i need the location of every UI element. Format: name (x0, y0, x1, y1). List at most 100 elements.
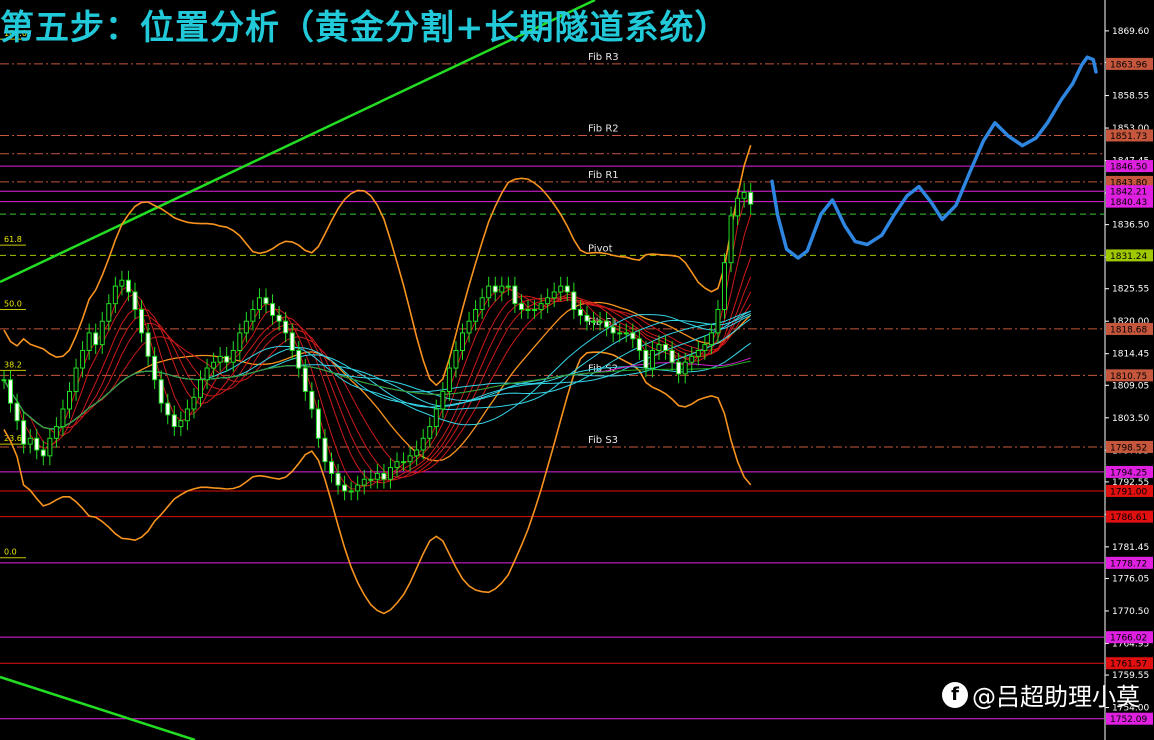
candle-body (348, 490, 354, 493)
candle-body (198, 379, 203, 398)
candle-body (728, 215, 734, 264)
candle-body (591, 320, 596, 323)
candle-body (309, 390, 315, 410)
candle-body (171, 414, 177, 428)
candle-body (14, 402, 20, 422)
watermark: f @吕超助理小莫 (942, 677, 1140, 712)
candle-body (551, 291, 557, 299)
candle-body (617, 332, 623, 335)
axis-tick-label: 1803.50 (1112, 414, 1149, 424)
level-price-label: 1831.24 (1110, 252, 1147, 262)
fib-label: 50.0 (4, 300, 22, 309)
candle-body (643, 349, 649, 369)
candle-body (67, 390, 72, 410)
level-name: Fib R2 (588, 123, 619, 134)
candle-body (1, 379, 7, 382)
level-price-label: 1791.00 (1110, 487, 1147, 497)
candle-body (538, 303, 544, 311)
candle-body (558, 285, 564, 293)
candle-body (322, 437, 328, 463)
candle-body (40, 449, 46, 457)
candle-body (80, 349, 86, 369)
candle-body (669, 349, 675, 363)
candle-body (112, 285, 118, 305)
level-price-label: 1851.73 (1110, 132, 1147, 142)
candle-body (505, 285, 511, 288)
candle-body (329, 461, 334, 474)
candle-body (178, 420, 184, 428)
candle-body (191, 396, 197, 410)
candle-body (473, 309, 479, 322)
candle-body (243, 320, 249, 334)
candle-body (335, 472, 341, 486)
level-name: Fib R1 (588, 170, 619, 181)
level-name: Fib S3 (588, 435, 618, 446)
level-price-label: 1810.75 (1110, 372, 1147, 382)
level-price-label: 1794.25 (1110, 468, 1147, 478)
candle-body (525, 309, 531, 312)
candle-body (125, 279, 131, 293)
candle-body (217, 355, 223, 363)
level-price-label: 1818.68 (1110, 325, 1147, 335)
candle-body (695, 349, 701, 357)
level-name: Fib R3 (588, 52, 619, 63)
axis-tick-label: 1836.50 (1112, 221, 1149, 231)
axis-tick-label: 1869.60 (1112, 27, 1149, 37)
candle-body (748, 191, 754, 205)
candle-body (47, 437, 53, 457)
candle-body (401, 461, 407, 464)
candle-body (440, 390, 446, 410)
level-price-label: 1846.50 (1110, 163, 1147, 173)
price-chart[interactable]: Fib R3Fib R2Fib R1PivotFib S1Fib S2Fib S… (0, 0, 1154, 740)
candle-body (623, 332, 629, 335)
candle-body (414, 449, 420, 457)
axis-tick-label: 1776.05 (1112, 574, 1149, 584)
candle-body (499, 285, 505, 293)
candle-body (119, 279, 125, 287)
fib-label: 38.2 (4, 360, 22, 369)
candle-body (99, 320, 105, 346)
fib-label: 61.8 (4, 235, 22, 244)
candle-body (636, 338, 642, 351)
candle-body (735, 197, 741, 217)
candle-body (630, 332, 636, 340)
candle-body (165, 402, 171, 416)
candle-body (302, 367, 308, 392)
candle-body (682, 361, 688, 375)
axis-tick-label: 1770.50 (1112, 607, 1149, 617)
candle-body (492, 285, 498, 293)
candle-body (571, 291, 577, 311)
candle-body (676, 361, 682, 375)
candle-body (145, 332, 151, 357)
candle-body (276, 314, 282, 322)
candle-body (263, 297, 269, 305)
candle-body (342, 484, 348, 492)
candle-body (446, 367, 452, 392)
candle-body (184, 408, 190, 422)
candle-body (374, 472, 380, 480)
candle-body (649, 349, 655, 369)
candle-body (368, 478, 374, 481)
candle-body (250, 309, 256, 322)
candle-body (545, 297, 551, 305)
candle-body (230, 349, 236, 363)
candle-body (86, 332, 92, 351)
candle-body (433, 408, 439, 428)
candle-body (237, 332, 243, 351)
candle-body (211, 361, 217, 369)
candle-body (27, 437, 33, 445)
candle-body (407, 455, 413, 463)
candle-body (53, 426, 59, 439)
candle-body (427, 426, 433, 439)
level-price-label: 1863.96 (1110, 60, 1147, 70)
level-price-label: 1761.57 (1110, 660, 1147, 670)
level-price-label: 1766.02 (1110, 634, 1147, 644)
candle-body (355, 484, 361, 492)
candle-body (381, 472, 387, 480)
level-price-label: 1752.09 (1110, 715, 1147, 725)
candle-body (256, 297, 262, 311)
candle-body (577, 309, 583, 316)
candle-body (152, 355, 158, 381)
watermark-text: @吕超助理小莫 (972, 683, 1140, 711)
candle-body (564, 285, 570, 293)
